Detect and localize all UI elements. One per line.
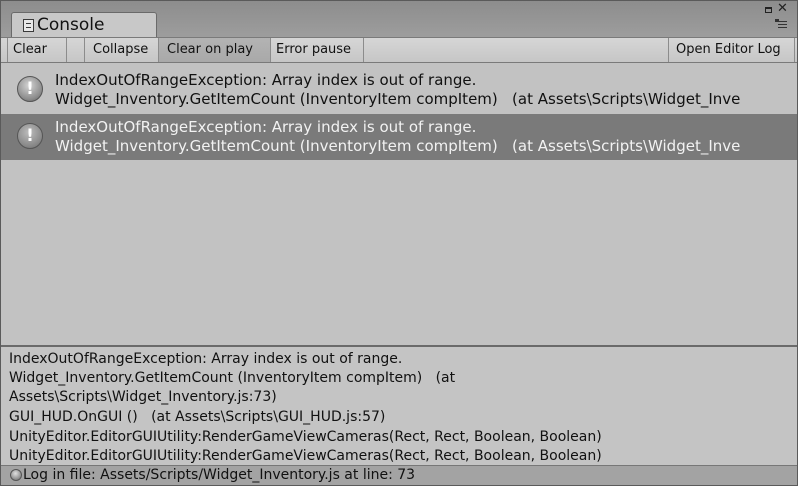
title-bar: Console ✕ bbox=[1, 1, 797, 37]
log-entry-stacktrace: Widget_Inventory.GetItemCount (Inventory… bbox=[55, 137, 741, 155]
clear-button[interactable]: Clear bbox=[7, 38, 67, 62]
panel-menu-icon[interactable] bbox=[775, 19, 787, 28]
window-controls: ✕ bbox=[761, 2, 791, 33]
status-error-icon bbox=[10, 469, 22, 481]
error-icon: ! bbox=[17, 76, 43, 102]
log-entry-stacktrace: Widget_Inventory.GetItemCount (Inventory… bbox=[55, 90, 741, 108]
error-icon: ! bbox=[17, 123, 43, 149]
clear-on-play-toggle[interactable]: Clear on play bbox=[159, 38, 271, 62]
status-bar[interactable]: Log in file: Assets/Scripts/Widget_Inven… bbox=[1, 465, 797, 485]
collapse-toggle[interactable]: Collapse bbox=[84, 38, 159, 62]
log-detail-pane[interactable]: IndexOutOfRangeException: Array index is… bbox=[1, 347, 797, 465]
console-list-icon bbox=[23, 18, 34, 32]
log-entry-message: IndexOutOfRangeException: Array index is… bbox=[55, 118, 477, 136]
detail-line: Assets\Scripts\Widget_Inventory.js:73) bbox=[9, 389, 277, 405]
detail-line: UnityEditor.EditorGUIUtility:RenderGameV… bbox=[9, 448, 602, 464]
console-window: Console ✕ Clear Collapse Clear on play E… bbox=[0, 0, 798, 486]
detail-line: IndexOutOfRangeException: Array index is… bbox=[9, 351, 403, 367]
close-icon[interactable]: ✕ bbox=[777, 2, 788, 15]
detail-line: Widget_Inventory.GetItemCount (Inventory… bbox=[9, 370, 456, 386]
detail-line: UnityEditor.EditorGUIUtility:RenderGameV… bbox=[9, 429, 602, 445]
detail-line: GUI_HUD.OnGUI () (at Assets\Scripts\GUI_… bbox=[9, 409, 386, 425]
console-toolbar: Clear Collapse Clear on play Error pause… bbox=[1, 37, 797, 63]
log-entry-list[interactable]: ! IndexOutOfRangeException: Array index … bbox=[1, 63, 797, 345]
log-entry[interactable]: ! IndexOutOfRangeException: Array index … bbox=[1, 67, 797, 113]
status-text: Log in file: Assets/Scripts/Widget_Inven… bbox=[23, 467, 416, 483]
open-editor-log-button[interactable]: Open Editor Log bbox=[668, 38, 795, 62]
maximize-icon[interactable] bbox=[765, 7, 772, 13]
log-entry-message: IndexOutOfRangeException: Array index is… bbox=[55, 71, 477, 89]
log-entry-selected[interactable]: ! IndexOutOfRangeException: Array index … bbox=[1, 114, 797, 160]
error-pause-toggle[interactable]: Error pause bbox=[271, 38, 364, 62]
tab-console[interactable]: Console bbox=[11, 12, 157, 37]
tab-console-label: Console bbox=[37, 15, 105, 35]
